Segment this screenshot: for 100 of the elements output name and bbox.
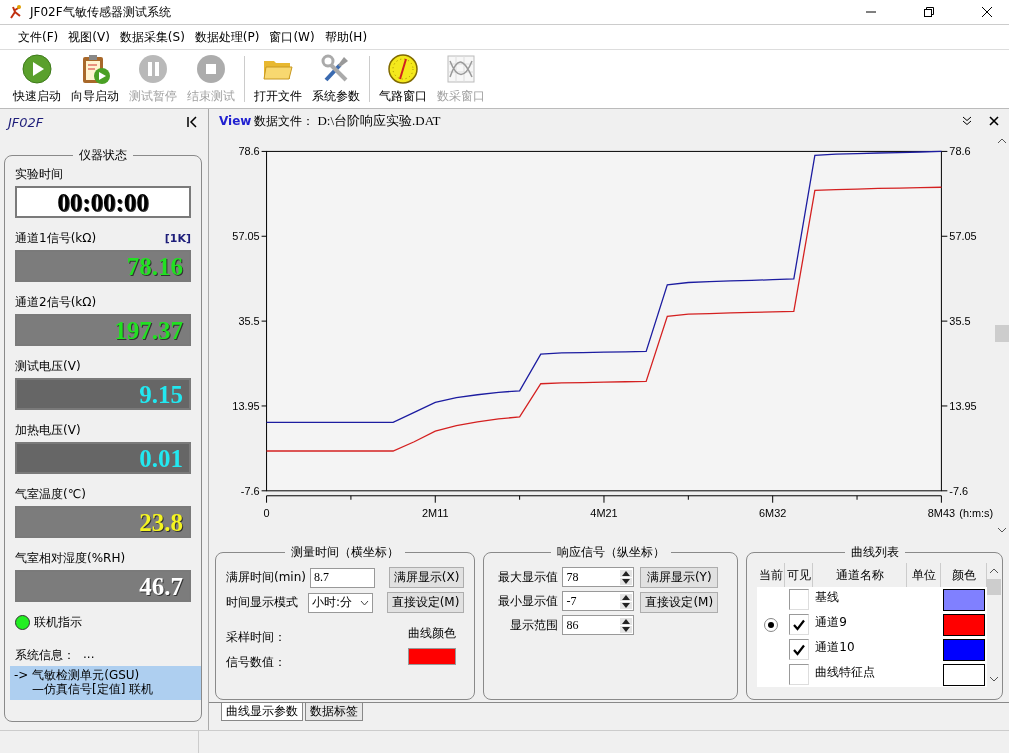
toolbar-button[interactable]: 气路窗口 — [374, 50, 432, 108]
toolbar-button[interactable]: 系统参数 — [307, 50, 365, 108]
visible-checkbox[interactable] — [789, 589, 810, 610]
spin-down-icon[interactable] — [620, 601, 633, 609]
scroll-down-icon[interactable] — [989, 675, 1000, 683]
menu-item[interactable]: 视图(V) — [68, 28, 110, 46]
checkmark-icon — [792, 618, 807, 631]
y-tick-label: 57.05 — [232, 230, 260, 243]
spin-down-icon[interactable] — [620, 625, 633, 633]
maximize-icon[interactable] — [923, 6, 935, 18]
channel-name: 曲线特征点 — [814, 664, 877, 681]
message-line: -> 气敏检测单元(GSU) — [14, 668, 141, 682]
column-header[interactable]: 当前 — [757, 563, 786, 587]
spin-down-icon[interactable] — [620, 577, 633, 585]
panel-title: JF02F — [8, 114, 44, 130]
mode-dropdown[interactable]: 小时:分 — [308, 592, 373, 613]
range-label: [1K] — [164, 232, 191, 245]
current-radio[interactable] — [764, 617, 779, 632]
spin-up-icon[interactable] — [620, 617, 633, 625]
x-tick-label: 6M32 — [759, 506, 787, 519]
color-swatch[interactable] — [943, 638, 986, 661]
toolbar-button[interactable]: 打开文件 — [249, 50, 307, 108]
curve-color-label: 曲线颜色 — [408, 625, 457, 642]
scrollbar-thumb[interactable] — [987, 579, 1002, 595]
set-button[interactable]: 直接设定(M) — [386, 592, 465, 613]
spin-up-icon[interactable] — [620, 569, 633, 577]
axis-button[interactable]: 直接设定(M) — [640, 592, 719, 613]
menu-item[interactable]: 文件(F) — [18, 28, 59, 46]
column-header[interactable]: 单位 — [907, 563, 942, 587]
input-field[interactable]: 8.7 — [310, 567, 375, 588]
menu-item[interactable]: 数据处理(P) — [194, 28, 260, 46]
y-tick-label: 13.95 — [232, 399, 260, 412]
field-label: 时间显示模式 — [226, 594, 299, 611]
fullscreen-button[interactable]: 满屏显示(X) — [388, 567, 465, 588]
readout-label: 通道2信号(kΩ) — [15, 294, 97, 311]
readout-label: 测试电压(V) — [15, 358, 81, 375]
toolbar-button[interactable]: 快速启动 — [8, 50, 66, 108]
readout-value: 00:00:00 — [57, 189, 149, 215]
chevron-down-icon[interactable] — [962, 116, 972, 126]
y-tick-label: -7.6 — [240, 484, 260, 497]
tab[interactable]: 数据标签 — [305, 703, 363, 721]
scroll-down-icon[interactable] — [997, 526, 1007, 534]
readout-value: 78.16 — [126, 253, 183, 279]
view-title: View — [219, 114, 252, 128]
column-header[interactable]: 通道名称 — [813, 563, 908, 587]
y-tick-label: 35.5 — [949, 315, 971, 328]
column-header[interactable]: 可见 — [785, 563, 814, 587]
readout-value: 0.01 — [139, 445, 183, 471]
y-tick-label: 35.5 — [238, 315, 260, 328]
spin-field[interactable]: 78 — [562, 567, 635, 587]
channel-name: 基线 — [814, 589, 841, 606]
axis-button[interactable]: 满屏显示(Y) — [640, 567, 719, 588]
close-icon[interactable] — [989, 116, 999, 126]
close-icon[interactable] — [981, 6, 993, 18]
readout-label: 实验时间 — [15, 166, 63, 183]
menu-item[interactable]: 窗口(W) — [269, 28, 315, 46]
field-label: 最大显示值 — [497, 568, 559, 586]
file-path: D:\台阶响应实验.DAT — [317, 112, 441, 130]
color-swatch[interactable] — [943, 663, 986, 686]
compass-icon — [387, 53, 419, 85]
group-title: 测量时间（横坐标） — [290, 544, 401, 561]
tab[interactable]: 曲线显示参数 — [221, 703, 303, 721]
color-swatch[interactable] — [943, 588, 986, 611]
visible-checkbox[interactable] — [789, 664, 810, 685]
info-value: ... — [83, 647, 95, 663]
color-swatch[interactable] — [408, 648, 457, 665]
group-title: 仪器状态 — [78, 147, 128, 164]
visible-checkbox[interactable] — [789, 639, 810, 660]
collapse-icon[interactable] — [186, 116, 198, 128]
x-axis-label: (h:m:s) — [959, 506, 993, 519]
field-label: 满屏时间(min) — [226, 569, 306, 586]
color-swatch[interactable] — [943, 613, 986, 636]
menu-item[interactable]: 帮助(H) — [324, 28, 368, 46]
scrollbar-thumb[interactable] — [995, 325, 1009, 342]
y-tick-label: -7.6 — [949, 484, 969, 497]
spin-field[interactable]: -7 — [562, 591, 635, 611]
app-icon — [8, 4, 24, 20]
readout-value: 197.37 — [114, 317, 183, 343]
spin-field[interactable]: 86 — [562, 615, 635, 635]
group-title: 曲线列表 — [849, 544, 900, 561]
scroll-up-icon[interactable] — [997, 137, 1007, 145]
spin-up-icon[interactable] — [620, 593, 633, 601]
y-tick-label: 78.6 — [238, 145, 260, 158]
scroll-up-icon[interactable] — [989, 567, 1000, 575]
x-tick-label: 8M43 — [927, 506, 956, 519]
field-label: 最小显示值 — [497, 592, 559, 610]
readout-label: 气室相对湿度(%RH) — [15, 550, 126, 567]
visible-checkbox[interactable] — [789, 614, 810, 635]
channel-name: 通道9 — [814, 614, 848, 631]
x-tick-label: 0 — [263, 506, 270, 519]
file-label: 数据文件： — [254, 112, 315, 130]
toolbar-button[interactable]: 向导启动 — [66, 50, 124, 108]
menu-item[interactable]: 数据采集(S) — [119, 28, 185, 46]
readout-value: 9.15 — [139, 381, 183, 407]
chart-icon — [445, 53, 477, 85]
x-tick-label: 2M11 — [422, 506, 449, 519]
x-tick-label: 4M21 — [590, 506, 618, 519]
caret-icon — [359, 599, 369, 606]
pause-icon — [137, 53, 169, 85]
play-icon — [21, 53, 53, 85]
